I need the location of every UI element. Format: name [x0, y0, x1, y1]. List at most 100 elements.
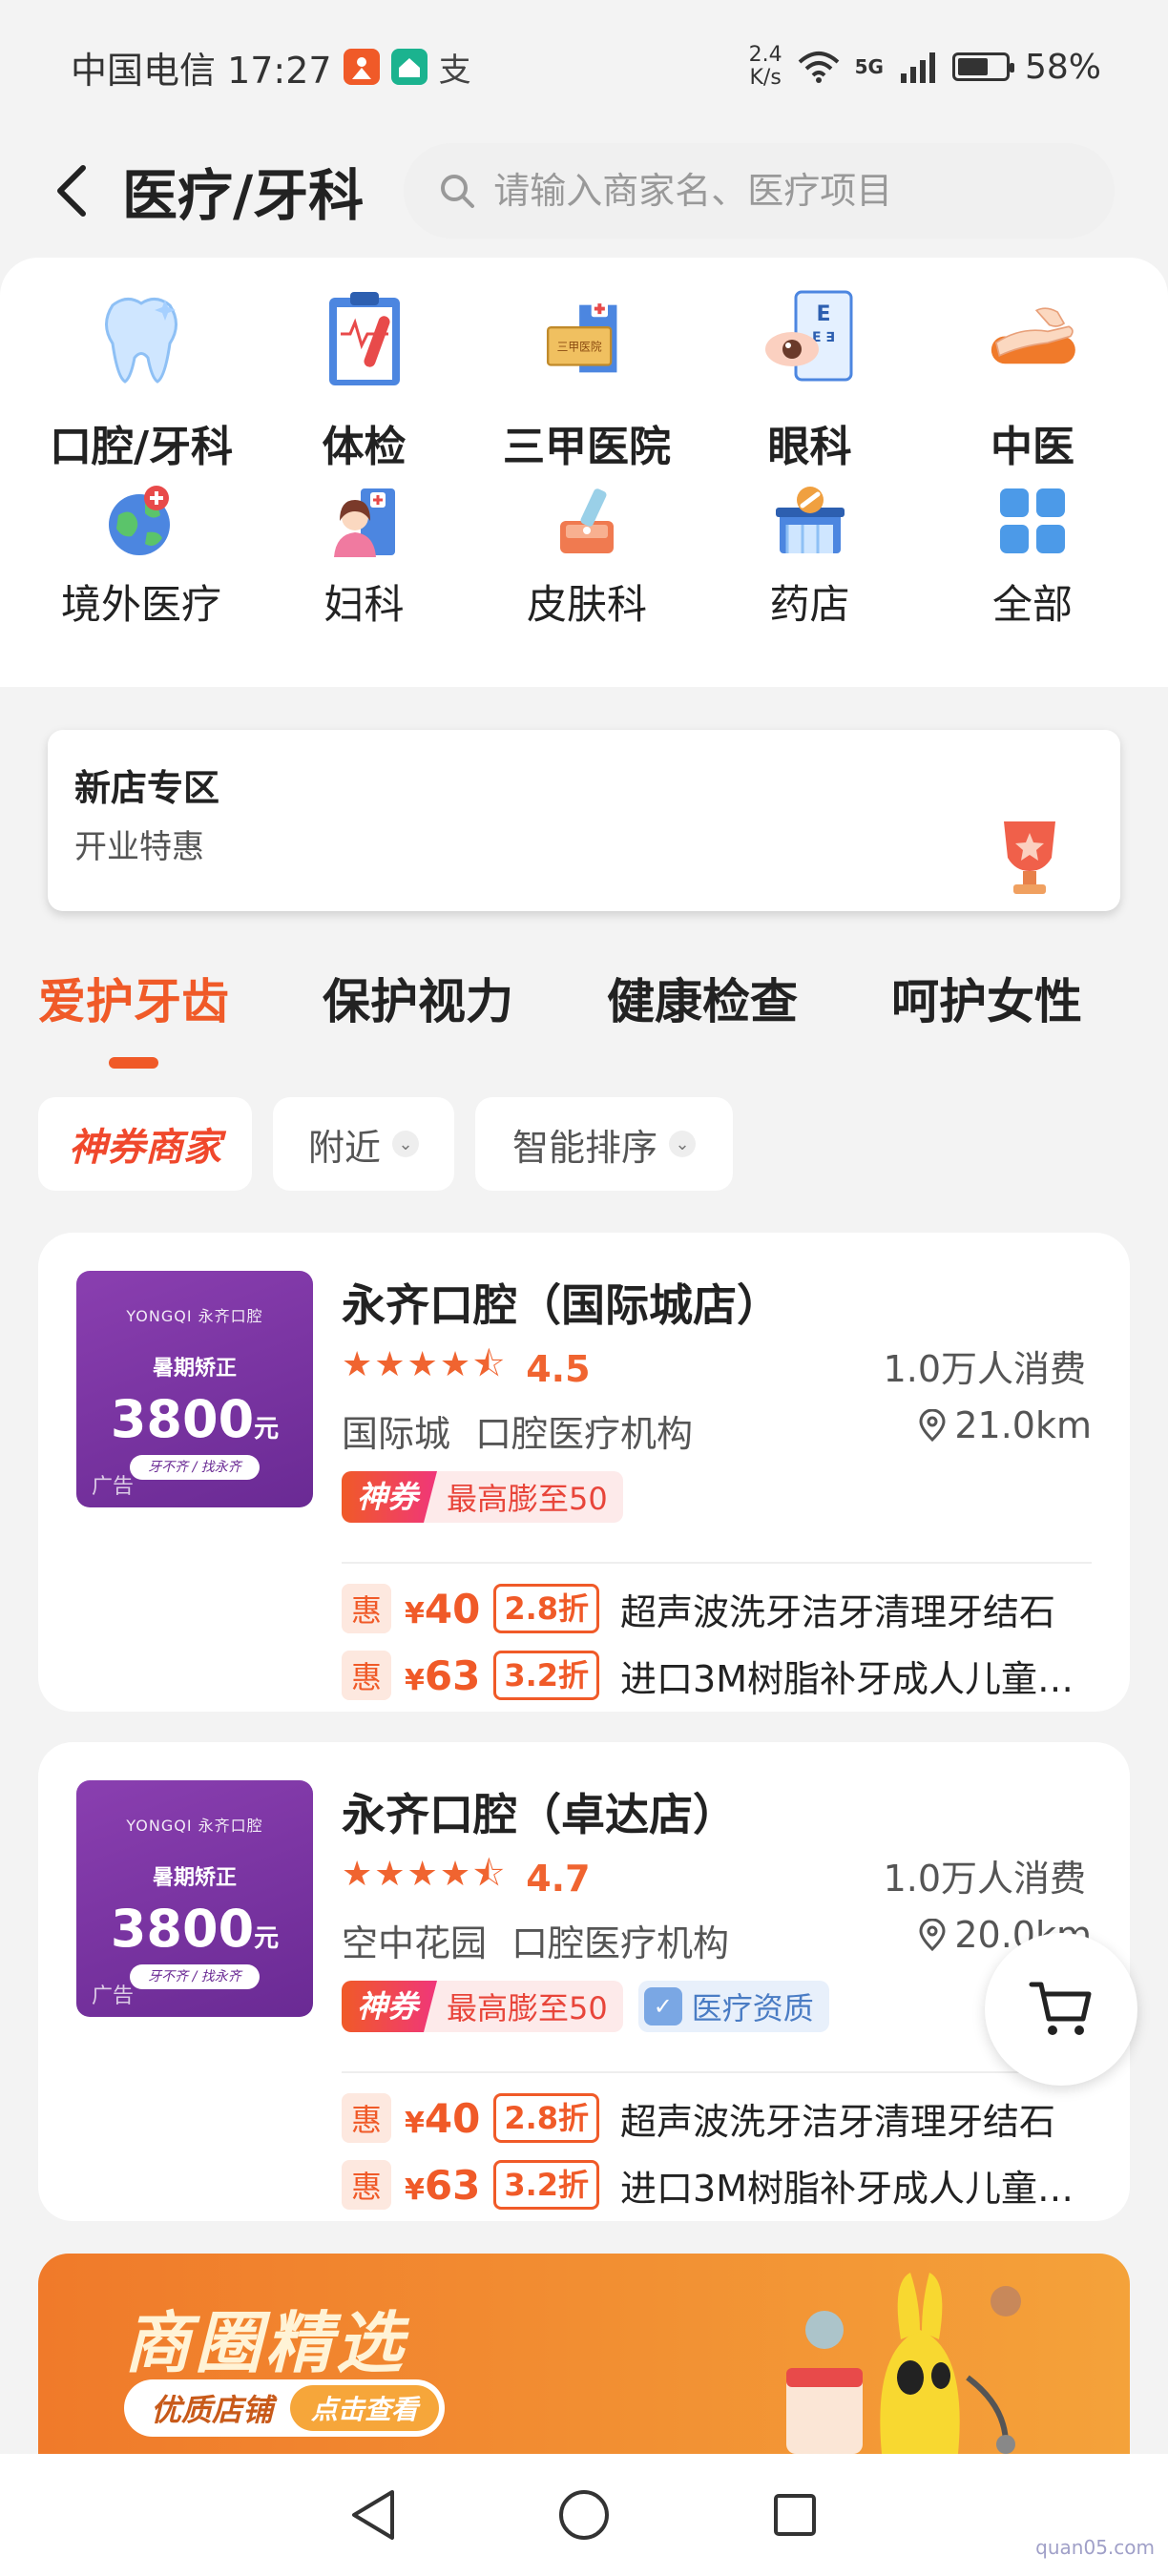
back-button[interactable]: [38, 157, 105, 224]
store-area: 空中花园: [342, 1922, 488, 1964]
store-area: 国际城: [342, 1413, 451, 1455]
cart-button[interactable]: [985, 1933, 1137, 2086]
rating-value: 4.5: [526, 1347, 591, 1390]
pharmacy-icon: [772, 483, 848, 559]
tab-dental-care[interactable]: 爱护牙齿: [38, 964, 229, 1069]
category-label: 口腔/牙科: [49, 423, 234, 471]
tooth-icon: [89, 286, 194, 391]
battery-icon: [951, 52, 1014, 81]
new-store-subtitle: 开业特惠: [74, 828, 204, 866]
tab-women-care[interactable]: 呵护女性: [891, 964, 1082, 1032]
ad-promo: 暑期矫正: [152, 1357, 237, 1381]
view-button[interactable]: 点击查看: [290, 2385, 440, 2431]
consumer-count: 1.0万人消费: [883, 1348, 1086, 1390]
category-panel: 口腔/牙科 体检 三甲医院 三甲医院 EE ∃ 眼科 中医 境外医疗 妇科 皮肤…: [0, 258, 1168, 687]
system-nav-bar: [0, 2454, 1168, 2576]
grid-icon: [994, 483, 1071, 559]
category-pharmacy[interactable]: 药店: [699, 475, 921, 666]
network-speed: 2.4 K/s: [748, 43, 782, 90]
tag-row: 神券 最高膨至50 ✓ 医疗资质: [342, 1981, 829, 2032]
search-icon: [441, 175, 475, 208]
divider: [342, 1562, 1092, 1564]
category-checkup[interactable]: 体检: [254, 286, 475, 475]
category-all[interactable]: 全部: [922, 475, 1143, 666]
category-label: 全部: [991, 581, 1073, 628]
back-arrow-icon: [57, 165, 86, 217]
hospital-icon: 三甲医院: [534, 286, 639, 391]
category-label: 境外医疗: [60, 581, 221, 628]
category-label: 皮肤科: [526, 581, 647, 628]
sort-filter[interactable]: 智能排序 ⌄: [475, 1097, 733, 1191]
carrier-time: 中国电信 17:27: [71, 49, 332, 92]
star-rating-icon: ★★★★⯪: [342, 1345, 508, 1384]
category-tcm[interactable]: 中医: [922, 286, 1143, 475]
new-store-banner[interactable]: 新店专区 开业特惠: [48, 730, 1120, 911]
watermark: quan05.com: [1035, 2536, 1155, 2559]
deal-item[interactable]: 惠 ¥40 2.8折 超声波洗牙洁牙清理牙结石: [342, 2091, 1088, 2145]
sort-label: 智能排序: [511, 1126, 657, 1169]
home-app-notification-icon: [390, 49, 428, 85]
category-gynecology[interactable]: 妇科: [254, 475, 475, 666]
signal-icon: [900, 52, 935, 83]
nav-home-button[interactable]: [551, 2482, 617, 2548]
nearby-filter[interactable]: 附近 ⌄: [273, 1097, 454, 1191]
search-input[interactable]: [493, 170, 1067, 212]
trophy-icon: [1004, 821, 1055, 894]
store-card[interactable]: YONGQI 永齐口腔 暑期矫正 3800元 牙不齐 / 找永齐 广告 永齐口腔…: [38, 1233, 1130, 1712]
deal-item[interactable]: 惠 ¥63 3.2折 进口3M树脂补牙成人儿童补牙: [342, 2158, 1088, 2212]
massage-icon: [980, 286, 1085, 391]
category-tier3-hospital[interactable]: 三甲医院 三甲医院: [476, 286, 698, 475]
rating-value: 4.7: [526, 1857, 591, 1900]
category-overseas[interactable]: 境外医疗: [31, 475, 252, 666]
clipboard-icon: [312, 286, 417, 391]
ad-slogan: 牙不齐 / 找永齐: [130, 1964, 260, 1989]
deal-item[interactable]: 惠 ¥40 2.8折 超声波洗牙洁牙清理牙结石: [342, 1582, 1088, 1635]
deal-title: 超声波洗牙洁牙清理牙结石: [620, 1590, 1056, 1633]
deal-price: ¥63: [405, 2161, 481, 2209]
ad-price: 3800元: [110, 1389, 280, 1449]
page-title: 医疗/牙科: [122, 163, 365, 228]
medical-qualification-tag: ✓ 医疗资质: [637, 1981, 829, 2032]
deal-title: 进口3M树脂补牙成人儿童补牙: [620, 1657, 1089, 1700]
store-ad-image: YONGQI 永齐口腔 暑期矫正 3800元 牙不齐 / 找永齐 广告: [76, 1271, 313, 1507]
deal-price: ¥63: [405, 1652, 481, 1699]
category-label: 眼科: [767, 423, 852, 471]
tab-health-check[interactable]: 健康检查: [607, 964, 798, 1032]
discount-badge: 惠: [342, 2093, 391, 2143]
category-dental[interactable]: 口腔/牙科: [31, 286, 252, 475]
category-label: 体检: [322, 423, 407, 471]
rating-row: ★★★★⯪ 4.7: [342, 1849, 591, 1907]
ad-brand: YONGQI 永齐口腔: [126, 1817, 263, 1835]
chevron-down-icon: ⌄: [669, 1131, 696, 1157]
eye-chart-icon: EE ∃: [758, 286, 863, 391]
ad-promo: 暑期矫正: [152, 1866, 237, 1890]
deal-item[interactable]: 惠 ¥63 3.2折 进口3M树脂补牙成人儿童补牙: [342, 1649, 1088, 1702]
category-grid: 口腔/牙科 体检 三甲医院 三甲医院 EE ∃ 眼科 中医 境外医疗 妇科 皮肤…: [0, 258, 1168, 666]
skincare-icon: [549, 483, 625, 559]
category-label: 三甲医院: [503, 423, 671, 471]
search-bar[interactable]: [404, 143, 1116, 239]
star-rating-icon: ★★★★⯪: [342, 1855, 508, 1894]
tab-vision-care[interactable]: 保护视力: [323, 964, 513, 1032]
category-dermatology[interactable]: 皮肤科: [476, 475, 698, 666]
banner-pill-label: 优质店铺: [151, 2392, 274, 2428]
rating-row: ★★★★⯪ 4.5: [342, 1340, 591, 1398]
deal-discount: 2.8折: [493, 2093, 600, 2143]
store-card[interactable]: YONGQI 永齐口腔 暑期矫正 3800元 牙不齐 / 找永齐 广告 永齐口腔…: [38, 1742, 1130, 2221]
nav-back-button[interactable]: [340, 2482, 407, 2548]
battery-percent: 58%: [1024, 47, 1101, 87]
status-left: 中国电信 17:27 支: [71, 41, 471, 93]
store-type: 口腔医疗机构: [475, 1413, 694, 1455]
discount-badge: 惠: [342, 2160, 391, 2210]
location-pin-icon: [919, 1409, 946, 1442]
nearby-label: 附近: [307, 1126, 381, 1169]
business-circle-banner[interactable]: 商圈精选 优质店铺 点击查看: [38, 2254, 1130, 2454]
wifi-icon: [798, 52, 839, 83]
nav-recents-button[interactable]: [761, 2482, 828, 2548]
globe-icon: [103, 483, 179, 559]
discount-badge: 惠: [342, 1651, 391, 1700]
category-ophthalmology[interactable]: EE ∃ 眼科: [699, 286, 921, 475]
battery-fill: [957, 58, 989, 75]
coupon-merchant-filter[interactable]: 神券商家: [38, 1097, 252, 1191]
store-name: 永齐口腔（国际城店）: [342, 1279, 781, 1331]
